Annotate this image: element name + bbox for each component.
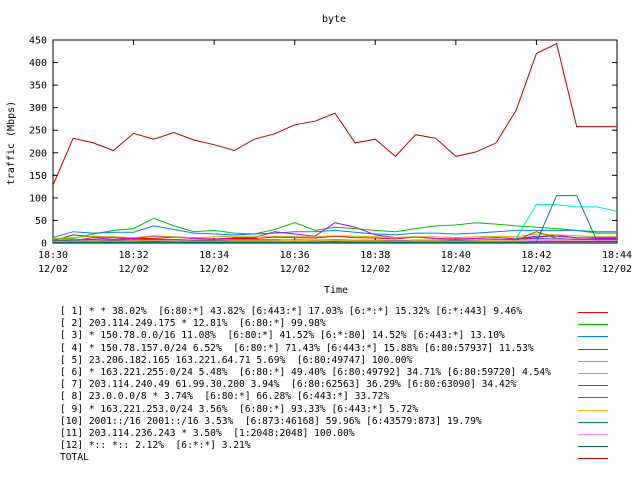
legend-entry: [ 5] 23.206.182.165 163.221.64.71 5.69% … [60, 355, 620, 367]
x-tick-time-label: 18:34 [199, 250, 229, 261]
legend-label: [ 1] * * 38.02% [6:80:*] 43.82% [6:443:*… [60, 306, 523, 317]
series-line-13 [52, 42, 617, 186]
legend-entry: [ 3] * 150.78.0.0/16 11.08% [6:80:*] 41.… [60, 330, 620, 342]
legend-entry: [ 1] * * 38.02% [6:80:*] 43.82% [6:443:*… [60, 306, 620, 318]
y-tick-label: 100 [29, 193, 47, 204]
y-tick-label: 300 [29, 103, 47, 114]
legend-label: [10] 2001::/16 2001::/16 3.53% [6:873:46… [60, 415, 482, 427]
x-tick-date-label: 12/02 [602, 264, 632, 275]
x-tick-time-label: 18:40 [441, 250, 471, 261]
legend-swatch [578, 385, 608, 387]
legend-entry: [ 6] * 163.221.255.0/24 5.48% [6:80:*] 4… [60, 367, 620, 379]
legend-swatch [578, 409, 608, 411]
legend-label: [11] 203.114.236.243 * 3.50% [1:2048:204… [60, 427, 355, 439]
legend-entry: [10] 2001::/16 2001::/16 3.53% [6:873:46… [60, 416, 620, 428]
x-tick-time-label: 18:36 [280, 250, 310, 261]
legend-label: [ 3] * 150.78.0.0/16 11.08% [6:80:*] 41.… [60, 330, 505, 342]
legend-swatch [578, 458, 608, 460]
legend-swatch [578, 372, 608, 374]
x-tick-date-label: 12/02 [280, 264, 310, 275]
x-axis-label: Time [324, 285, 348, 296]
legend-label: [ 8] 23.0.0.0/8 * 3.74% [6:80:*] 66.28% … [60, 391, 390, 403]
legend-label: [ 9] * 163.221.253.0/24 3.56% [6:80:*] 9… [60, 403, 419, 415]
x-tick-time-label: 18:30 [38, 250, 68, 261]
legend-swatch [578, 421, 608, 423]
legend-entry: [ 4] * 150.78.157.0/24 6.52% [6:80:*] 71… [60, 343, 620, 355]
y-tick-label: 350 [29, 81, 47, 92]
y-tick-label: 150 [29, 171, 47, 182]
series-lines [52, 42, 618, 243]
y-tick-label: 200 [29, 148, 47, 159]
legend-label: [ 7] 203.114.240.49 61.99.30.200 3.94% [… [60, 379, 517, 391]
y-tick-label: 50 [35, 216, 47, 227]
legend-label: [ 5] 23.206.182.165 163.221.64.71 5.69% … [60, 354, 413, 366]
legend-label: [ 4] * 150.78.157.0/24 6.52% [6:80:*] 71… [60, 342, 534, 354]
legend-swatch [578, 397, 608, 399]
x-tick-time-label: 18:44 [602, 250, 632, 261]
legend-swatch [578, 324, 608, 326]
legend-entry: [12] *:: *:: 2.12% [6:*:*] 3.21% [60, 440, 620, 452]
x-tick-time-label: 18:38 [360, 250, 390, 261]
legend-entry: [ 2] 203.114.249.175 * 12.81% [6:80:*] 9… [60, 318, 620, 330]
x-tick-date-label: 12/02 [521, 264, 551, 275]
legend-entry: TOTAL [60, 452, 620, 464]
y-tick-label: 400 [29, 58, 47, 69]
y-tick-label: 450 [29, 36, 47, 47]
legend-swatch [578, 360, 608, 362]
legend-swatch [578, 336, 608, 338]
chart-title: byte [322, 14, 346, 25]
legend-label: TOTAL [60, 452, 89, 464]
legend-entry: [ 7] 203.114.240.49 61.99.30.200 3.94% [… [60, 379, 620, 391]
y-tick-label: 0 [41, 239, 47, 250]
x-tick-time-label: 18:42 [521, 250, 551, 261]
legend: [ 1] * * 38.02% [6:80:*] 43.82% [6:443:*… [60, 306, 620, 464]
x-tick-date-label: 12/02 [199, 264, 229, 275]
legend-label: [ 6] * 163.221.255.0/24 5.48% [6:80:*] 4… [60, 366, 551, 378]
y-axis-label: traffic (Mbps) [6, 101, 17, 185]
x-tick-date-label: 12/02 [441, 264, 471, 275]
x-tick-date-label: 12/02 [360, 264, 390, 275]
x-tick-time-label: 18:32 [119, 250, 149, 261]
legend-swatch [578, 348, 608, 350]
legend-label: [ 2] 203.114.249.175 * 12.81% [6:80:*] 9… [60, 318, 326, 330]
legend-swatch [578, 312, 608, 313]
legend-swatch [578, 446, 608, 448]
x-tick-date-label: 12/02 [38, 264, 68, 275]
legend-label: [12] *:: *:: 2.12% [6:*:*] 3.21% [60, 440, 251, 452]
plot-frame [52, 39, 618, 244]
y-tick-label: 250 [29, 126, 47, 137]
legend-entry: [ 9] * 163.221.253.0/24 3.56% [6:80:*] 9… [60, 404, 620, 416]
x-tick-date-label: 12/02 [119, 264, 149, 275]
legend-swatch [578, 433, 608, 435]
legend-entry: [ 8] 23.0.0.0/8 * 3.74% [6:80:*] 66.28% … [60, 391, 620, 403]
legend-entry: [11] 203.114.236.243 * 3.50% [1:2048:204… [60, 428, 620, 440]
